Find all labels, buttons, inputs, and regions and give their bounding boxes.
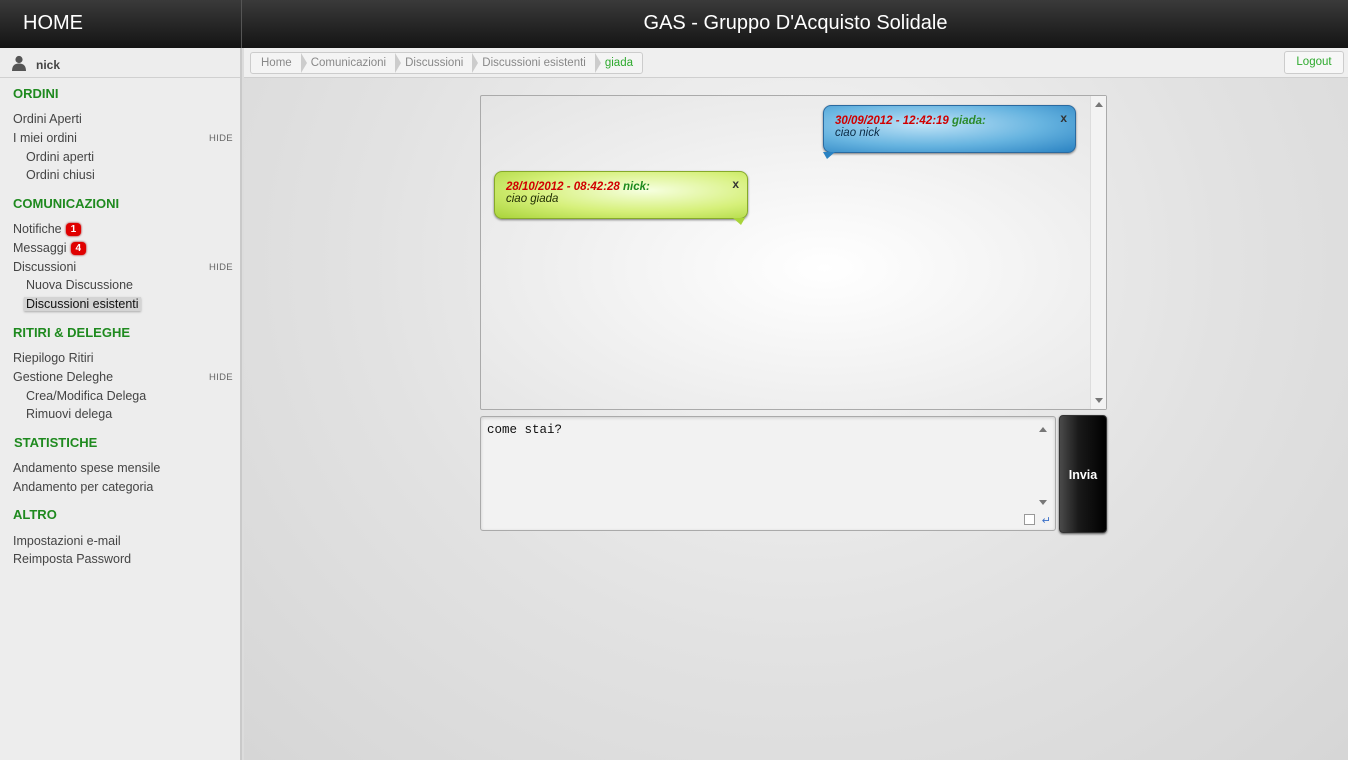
message-author: giada: — [952, 115, 986, 127]
sidebar-item-gestione-deleghe[interactable]: Gestione Deleghe — [13, 370, 113, 384]
sidebar-item-rimuovi-delega[interactable]: Rimuovi delega — [26, 407, 112, 421]
message-text: ciao giada — [506, 193, 559, 205]
bubble-tail — [733, 218, 745, 225]
section-ordini-title: ORDINI — [13, 86, 59, 101]
user-icon — [12, 55, 26, 71]
message-text: ciao nick — [835, 127, 880, 139]
message-date: 30/09/2012 - 12:42:19 — [835, 115, 949, 127]
breadcrumb-discussioni[interactable]: Discussioni — [395, 53, 479, 73]
message-input[interactable]: come stai? — [487, 423, 1027, 513]
logout-button[interactable]: Logout — [1284, 51, 1344, 74]
user-name: nick — [36, 58, 61, 72]
hide-toggle-ordini[interactable]: HIDE — [209, 133, 233, 144]
input-scrollbar[interactable] — [1035, 421, 1051, 511]
sidebar-item-messaggi[interactable]: Messaggi 4 — [13, 241, 87, 255]
breadcrumb-home[interactable]: Home — [251, 53, 307, 73]
sidebar-item-reimposta-password[interactable]: Reimposta Password — [13, 552, 131, 566]
home-button[interactable]: HOME — [0, 0, 242, 48]
app-title: GAS - Gruppo D'Acquisto Solidale — [643, 12, 948, 34]
sidebar-item-impostazioni-email[interactable]: Impostazioni e-mail — [13, 534, 121, 548]
scroll-up-icon[interactable] — [1095, 102, 1103, 107]
messaggi-count-badge: 4 — [70, 242, 87, 255]
delete-message-icon[interactable]: x — [732, 177, 739, 191]
breadcrumb-comunicazioni[interactable]: Comunicazioni — [301, 53, 402, 73]
bubble-tail — [823, 152, 835, 159]
breadcrumb: Home Comunicazioni Discussioni Discussio… — [250, 52, 643, 74]
message-date: 28/10/2012 - 08:42:28 — [506, 181, 620, 193]
active-item-label: Discussioni esistenti — [24, 297, 141, 311]
sidebar-item-spese-mensile[interactable]: Andamento spese mensile — [13, 461, 160, 475]
sidebar-item-per-categoria[interactable]: Andamento per categoria — [13, 480, 153, 494]
notifiche-count-badge: 1 — [65, 223, 82, 236]
scroll-down-icon[interactable] — [1095, 398, 1103, 403]
sidebar-item-ordini-aperti[interactable]: Ordini Aperti — [13, 112, 82, 126]
notifiche-label: Notifiche — [13, 222, 62, 236]
hide-toggle-discussioni[interactable]: HIDE — [209, 262, 233, 273]
message-bubble-sent: 28/10/2012 - 08:42:28 nick: ciao giada x — [494, 171, 748, 219]
delete-message-icon[interactable]: x — [1060, 111, 1067, 125]
send-on-enter-checkbox[interactable] — [1024, 514, 1035, 525]
scroll-down-icon[interactable] — [1039, 500, 1047, 505]
hide-toggle-deleghe[interactable]: HIDE — [209, 372, 233, 383]
messaggi-label: Messaggi — [13, 241, 67, 255]
chat-scrollbar[interactable] — [1090, 96, 1106, 409]
section-comunicazioni-title: COMUNICAZIONI — [13, 196, 120, 211]
sidebar-item-riepilogo-ritiri[interactable]: Riepilogo Ritiri — [13, 351, 94, 365]
message-author: nick: — [623, 181, 650, 193]
sidebar-item-nuova-discussione[interactable]: Nuova Discussione — [26, 278, 133, 292]
sidebar-item-ordini-aperti-sub[interactable]: Ordini aperti — [26, 150, 94, 164]
message-composer: come stai? ↵ — [480, 416, 1056, 531]
message-header: 28/10/2012 - 08:42:28 nick: — [506, 181, 736, 193]
user-row: nick — [0, 48, 240, 78]
section-altro-title: ALTRO — [13, 507, 57, 522]
breadcrumb-current: giada — [604, 57, 633, 69]
main-content: Home Comunicazioni Discussioni Discussio… — [244, 48, 1348, 760]
section-ritiri-title: RITIRI & DELEGHE — [13, 325, 131, 340]
chat-messages-panel[interactable]: 30/09/2012 - 12:42:19 giada: ciao nick x… — [480, 95, 1107, 410]
send-button[interactable]: Invia — [1059, 415, 1107, 533]
enter-key-icon: ↵ — [1041, 515, 1051, 527]
sidebar-item-discussioni-esistenti[interactable]: Discussioni esistenti — [24, 297, 141, 311]
message-header: 30/09/2012 - 12:42:19 giada: — [835, 115, 1064, 127]
section-statistiche-title: STATISTICHE — [14, 435, 98, 450]
sidebar-item-discussioni[interactable]: Discussioni — [13, 260, 76, 274]
sidebar: nick ORDINI Ordini Aperti I miei ordini … — [0, 48, 242, 760]
message-bubble-received: 30/09/2012 - 12:42:19 giada: ciao nick x — [823, 105, 1076, 153]
breadcrumb-discussioni-esistenti[interactable]: Discussioni esistenti — [472, 53, 601, 73]
sidebar-item-miei-ordini[interactable]: I miei ordini — [13, 131, 77, 145]
top-bar: HOME GAS - Gruppo D'Acquisto Solidale — [0, 0, 1348, 48]
sidebar-item-notifiche[interactable]: Notifiche 1 — [13, 222, 82, 236]
scroll-up-icon[interactable] — [1039, 427, 1047, 432]
breadcrumb-bar: Home Comunicazioni Discussioni Discussio… — [244, 48, 1348, 78]
sidebar-item-crea-delega[interactable]: Crea/Modifica Delega — [26, 389, 146, 403]
sidebar-item-ordini-chiusi[interactable]: Ordini chiusi — [26, 168, 95, 182]
